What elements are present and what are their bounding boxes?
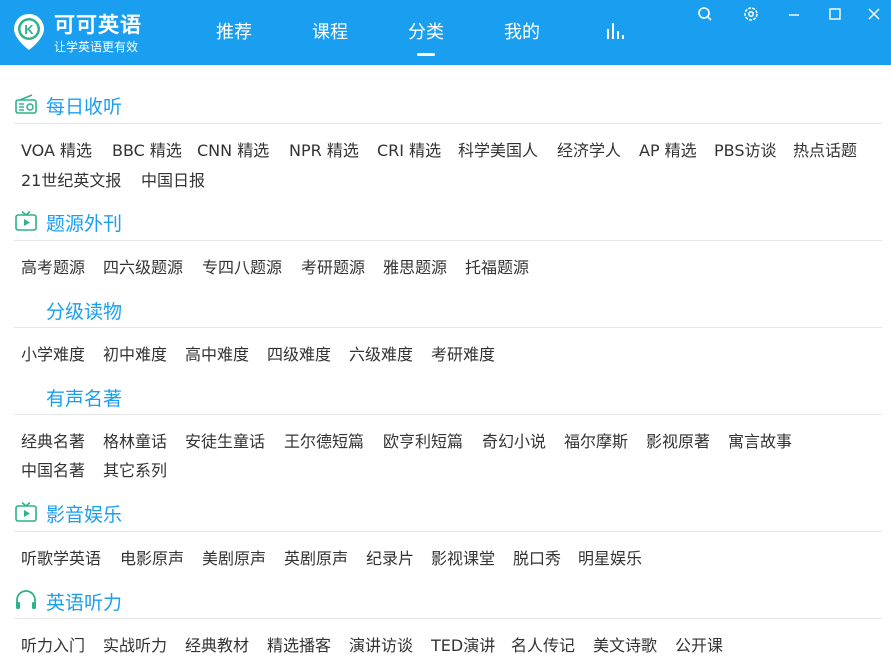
category-item[interactable]: CNN 精选	[197, 137, 269, 161]
category-item[interactable]: 小学难度	[21, 341, 85, 365]
section-divider	[14, 240, 882, 241]
section-title-english-listening: 英语听力	[46, 592, 123, 614]
category-item[interactable]: NPR 精选	[289, 137, 359, 161]
category-item[interactable]: 影视课堂	[431, 545, 495, 569]
category-item[interactable]: 考研难度	[431, 341, 495, 365]
category-item[interactable]: 经济学人	[557, 137, 621, 161]
category-item[interactable]: AP 精选	[639, 137, 697, 161]
category-item[interactable]: 四六级题源	[103, 254, 183, 278]
tv-play-icon	[15, 210, 37, 231]
category-item[interactable]: 初中难度	[103, 341, 167, 365]
category-item[interactable]: VOA 精选	[21, 137, 92, 161]
app-title: 可可英语	[54, 13, 142, 37]
category-item[interactable]: 托福题源	[465, 254, 529, 278]
settings-icon[interactable]	[741, 5, 761, 23]
maximize-icon[interactable]	[825, 5, 845, 23]
category-item[interactable]: 王尔德短篇	[284, 428, 364, 452]
logo-letter: K	[24, 22, 34, 37]
section-title-audio-classics: 有声名著	[46, 388, 123, 410]
category-item[interactable]: 明星娱乐	[578, 545, 642, 569]
app-slogan: 让学英语更有效	[54, 40, 139, 54]
top-bar: K 可可英语 让学英语更有效 推荐 课程 分类 我的	[0, 0, 891, 65]
section-title-exam-sources: 题源外刊	[46, 213, 123, 235]
category-item[interactable]: 听歌学英语	[21, 545, 101, 569]
close-icon[interactable]	[864, 5, 884, 23]
category-item[interactable]: 热点话题	[793, 137, 857, 161]
category-item[interactable]: 美文诗歌	[593, 632, 657, 656]
category-item[interactable]: 电影原声	[120, 545, 184, 569]
tab-courses[interactable]: 课程	[312, 18, 348, 58]
category-item[interactable]: 影视原著	[646, 428, 710, 452]
search-icon[interactable]	[695, 5, 715, 23]
category-item[interactable]: 名人传记	[511, 632, 575, 656]
tab-recommend[interactable]: 推荐	[216, 18, 252, 58]
logo-icon: K	[14, 14, 44, 50]
category-item[interactable]: PBS访谈	[714, 137, 777, 161]
category-item[interactable]: 其它系列	[103, 457, 167, 481]
category-item[interactable]: 考研题源	[301, 254, 365, 278]
category-item[interactable]: 英剧原声	[284, 545, 348, 569]
category-item[interactable]: 听力入门	[21, 632, 85, 656]
category-item[interactable]: BBC 精选	[112, 137, 182, 161]
category-item[interactable]: 雅思题源	[383, 254, 447, 278]
category-item[interactable]: 21世纪英文报	[21, 167, 121, 191]
section-title-entertainment: 影音娱乐	[46, 504, 123, 526]
tab-categories[interactable]: 分类	[408, 18, 444, 58]
minimize-icon[interactable]	[784, 5, 804, 23]
category-item[interactable]: 欧亨利短篇	[383, 428, 463, 452]
category-item[interactable]: 科学美国人	[458, 137, 538, 161]
category-item[interactable]: 美剧原声	[202, 545, 266, 569]
section-title-graded-readers: 分级读物	[46, 301, 123, 323]
category-item[interactable]: 演讲访谈	[349, 632, 413, 656]
category-item[interactable]: CRI 精选	[377, 137, 441, 161]
section-divider	[14, 531, 882, 532]
category-item[interactable]: 精选播客	[267, 632, 331, 656]
category-item[interactable]: 安徒生童话	[185, 428, 265, 452]
bar-chart-icon[interactable]	[604, 20, 628, 42]
category-item[interactable]: 实战听力	[103, 632, 167, 656]
active-tab-indicator	[417, 53, 435, 56]
section-divider	[14, 123, 882, 124]
category-item[interactable]: TED演讲	[431, 632, 495, 656]
category-item[interactable]: 寓言故事	[728, 428, 792, 452]
category-item[interactable]: 高考题源	[21, 254, 85, 278]
category-item[interactable]: 格林童话	[103, 428, 167, 452]
category-item[interactable]: 福尔摩斯	[564, 428, 628, 452]
category-item[interactable]: 中国日报	[141, 167, 205, 191]
category-item[interactable]: 奇幻小说	[482, 428, 546, 452]
tab-mine[interactable]: 我的	[504, 18, 540, 58]
section-divider	[14, 327, 882, 328]
category-item[interactable]: 高中难度	[185, 341, 249, 365]
tv-play-icon	[15, 501, 37, 522]
category-item[interactable]: 六级难度	[349, 341, 413, 365]
category-item[interactable]: 四级难度	[267, 341, 331, 365]
section-title-daily-listening: 每日收听	[46, 96, 123, 118]
category-item[interactable]: 脱口秀	[513, 545, 561, 569]
radio-icon	[15, 94, 37, 114]
category-item[interactable]: 中国名著	[21, 457, 85, 481]
category-item[interactable]: 经典教材	[185, 632, 249, 656]
section-divider	[14, 414, 882, 415]
section-divider	[14, 618, 882, 619]
category-item[interactable]: 纪录片	[366, 545, 414, 569]
category-item[interactable]: 公开课	[675, 632, 723, 656]
headphones-icon	[16, 590, 36, 609]
category-item[interactable]: 专四八题源	[202, 254, 282, 278]
category-item[interactable]: 经典名著	[21, 428, 85, 452]
